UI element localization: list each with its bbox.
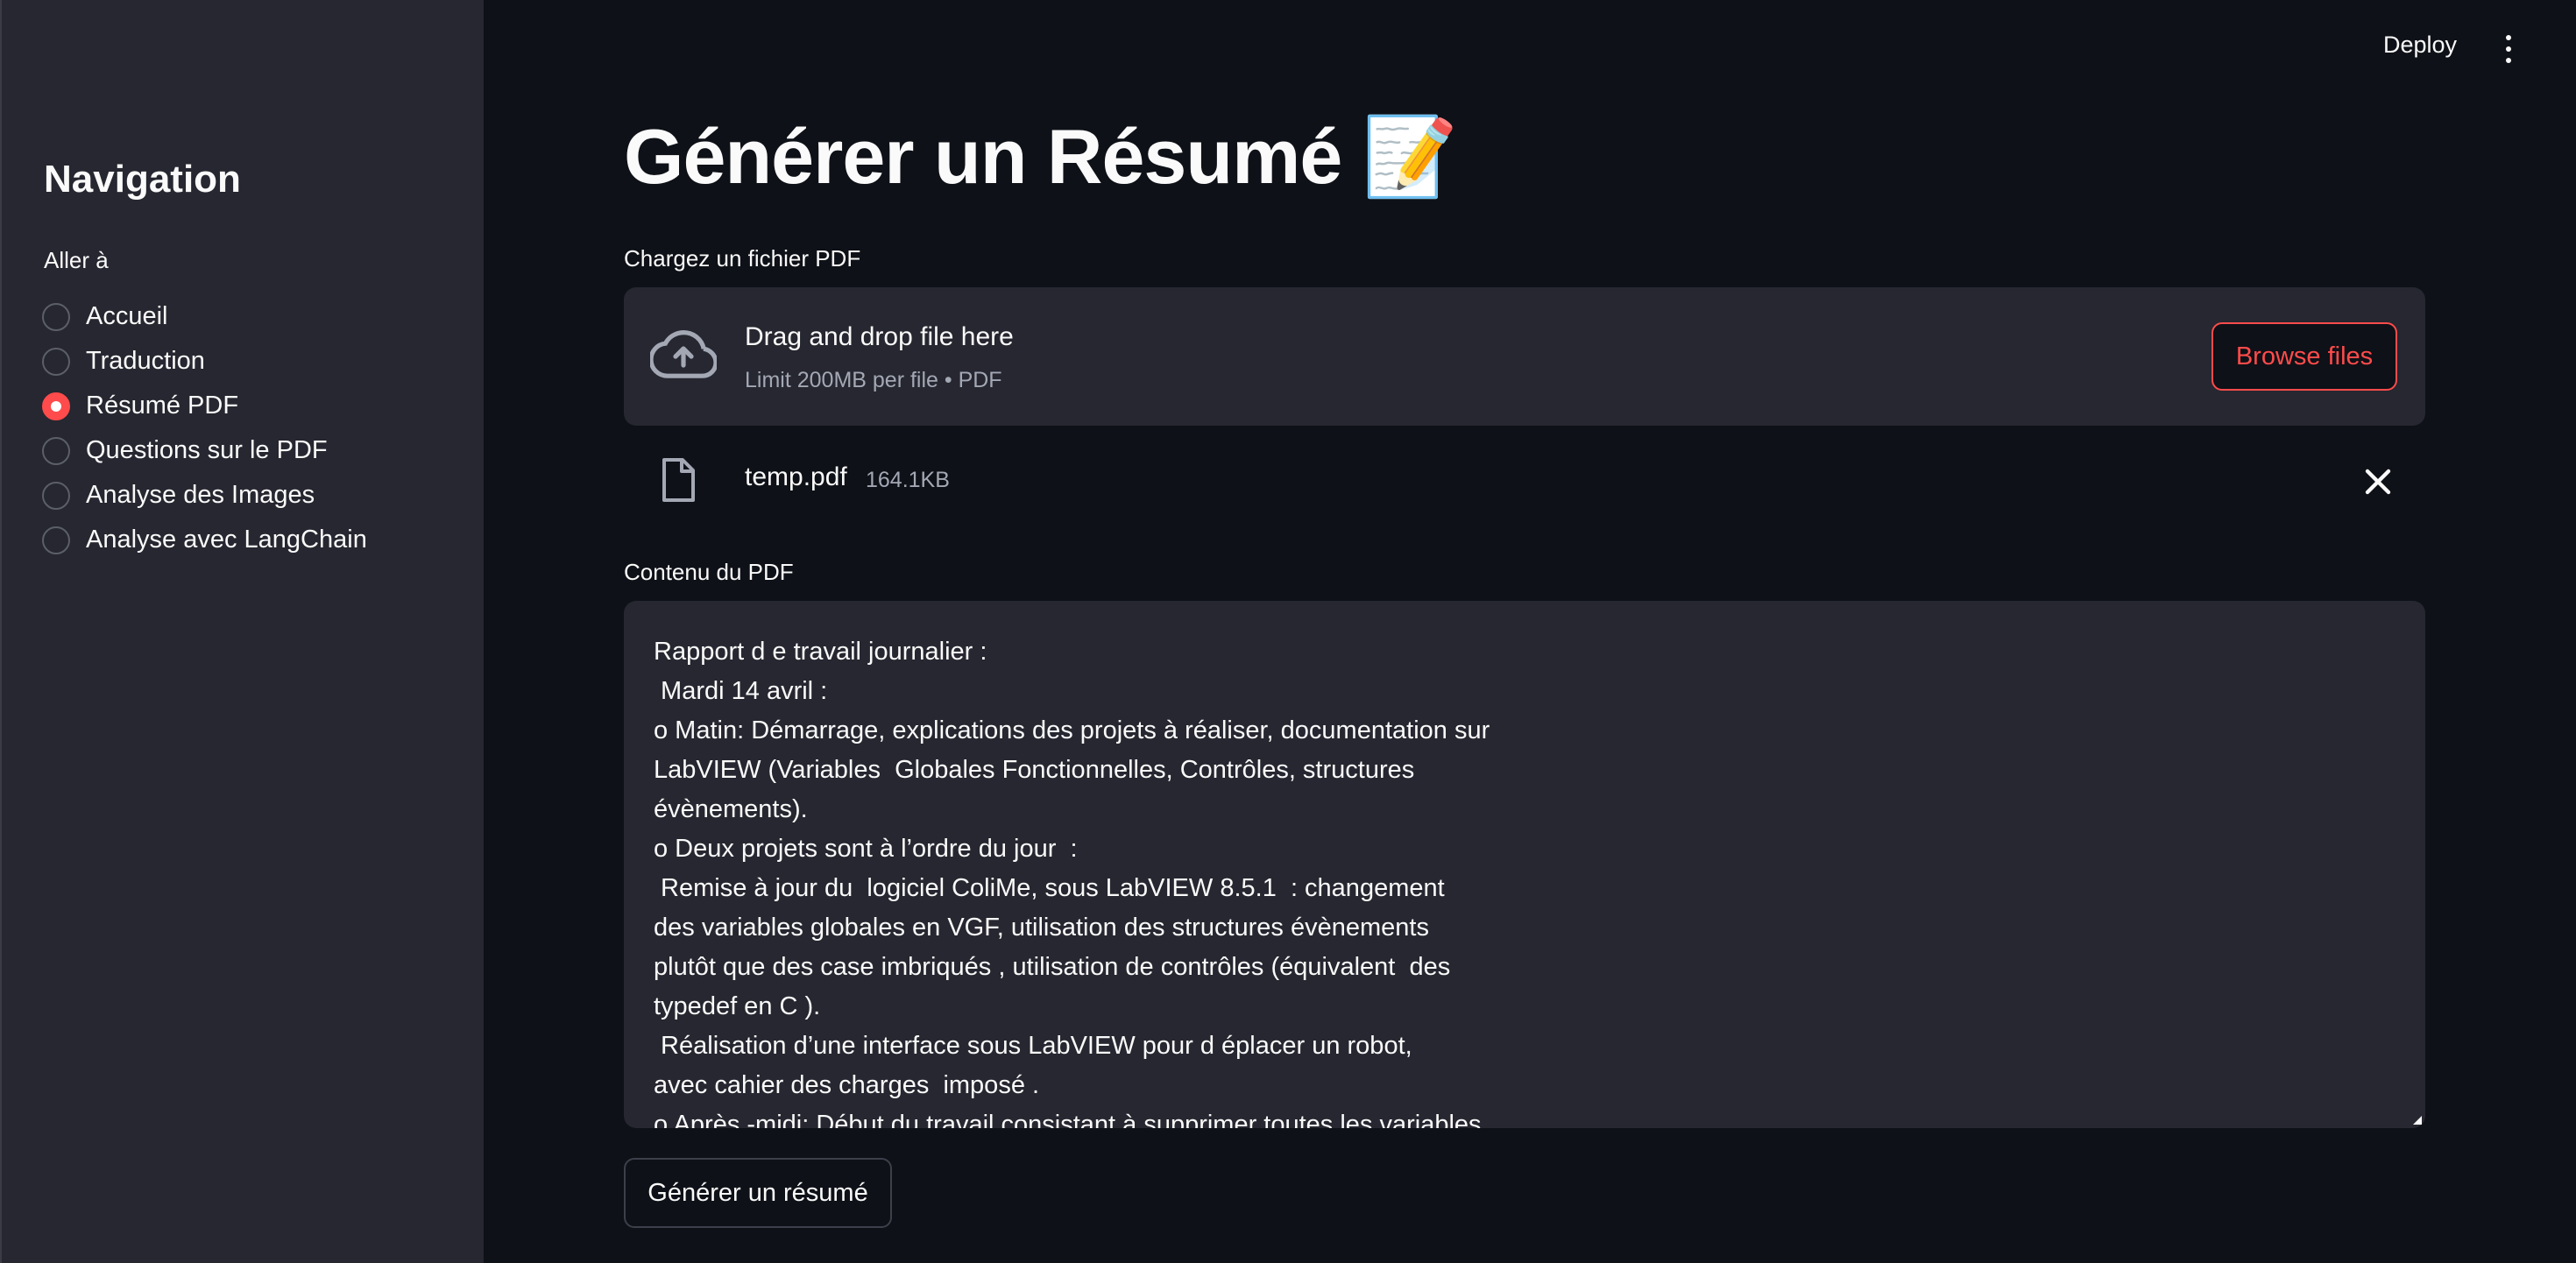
file-size: 164.1KB <box>866 468 950 492</box>
menu-dot <box>2506 35 2511 40</box>
content-label: Contenu du PDF <box>624 559 794 585</box>
deploy-button[interactable]: Deploy <box>2383 32 2457 59</box>
pdf-content-textarea[interactable]: Rapport d e travail journalier : Mardi 1… <box>624 601 2425 1128</box>
navigation-radio-group: Accueil Traduction Résumé PDF Questions … <box>42 294 367 562</box>
uploaded-file-row: temp.pdf 164.1KB <box>624 447 2425 517</box>
dropzone-instructions: Drag and drop file here <box>745 322 1014 351</box>
pdf-content-text[interactable]: Rapport d e travail journalier : Mardi 1… <box>654 632 2396 1128</box>
radio-button[interactable] <box>42 347 70 376</box>
radio-option-analyse-images[interactable]: Analyse des Images <box>42 473 367 518</box>
radio-option-questions-pdf[interactable]: Questions sur le PDF <box>42 428 367 473</box>
sidebar-title: Navigation <box>44 158 241 201</box>
browse-files-button[interactable]: Browse files <box>2212 322 2397 391</box>
radio-option-label: Accueil <box>86 302 168 330</box>
radio-option-label: Questions sur le PDF <box>86 436 328 464</box>
sidebar: Navigation Aller à Accueil Traduction Ré… <box>0 0 484 1263</box>
file-name: temp.pdf <box>745 462 847 491</box>
file-icon <box>662 458 695 502</box>
menu-dot <box>2506 58 2511 63</box>
radio-option-traduction[interactable]: Traduction <box>42 339 367 384</box>
dropzone-limit: Limit 200MB per file • PDF <box>745 368 1002 392</box>
radio-option-label: Analyse avec LangChain <box>86 526 367 554</box>
radio-button-selected[interactable] <box>42 392 70 420</box>
radio-button[interactable] <box>42 436 70 465</box>
radio-option-label: Analyse des Images <box>86 481 315 509</box>
generate-summary-button[interactable]: Générer un résumé <box>624 1158 892 1228</box>
close-icon[interactable] <box>2362 466 2394 497</box>
radio-option-label: Résumé PDF <box>86 392 239 420</box>
kebab-menu-icon[interactable] <box>2497 32 2520 67</box>
uploader-label: Chargez un fichier PDF <box>624 245 861 272</box>
radio-option-label: Traduction <box>86 347 205 375</box>
cloud-upload-icon <box>650 329 717 378</box>
page-title: Générer un Résumé 📝 <box>624 113 1458 200</box>
radio-option-accueil[interactable]: Accueil <box>42 294 367 339</box>
radio-group-label: Aller à <box>44 247 109 273</box>
menu-dot <box>2506 46 2511 52</box>
radio-option-resume-pdf[interactable]: Résumé PDF <box>42 384 367 428</box>
radio-button[interactable] <box>42 302 70 331</box>
file-dropzone[interactable]: Drag and drop file here Limit 200MB per … <box>624 287 2425 426</box>
radio-option-analyse-langchain[interactable]: Analyse avec LangChain <box>42 518 367 562</box>
resize-handle-icon[interactable] <box>2410 1112 2422 1125</box>
radio-button[interactable] <box>42 526 70 554</box>
app-root: Navigation Aller à Accueil Traduction Ré… <box>0 0 2576 1263</box>
radio-button[interactable] <box>42 481 70 510</box>
